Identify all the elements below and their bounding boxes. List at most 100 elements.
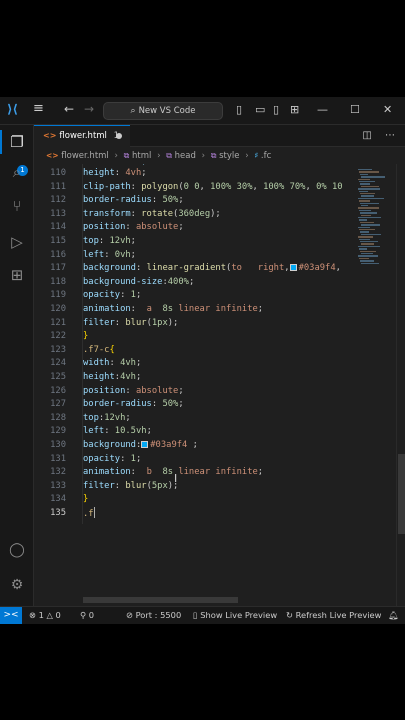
breadcrumb-item-file[interactable]: flower.html [61, 151, 109, 161]
horizontal-scrollbar-thumb[interactable] [83, 597, 238, 603]
html-file-icon: <> [43, 131, 57, 140]
code-line[interactable]: 122} [34, 330, 354, 344]
code-line[interactable]: 120 animation: a 8s linear infinite; [34, 303, 354, 317]
color-swatch[interactable] [141, 441, 149, 448]
line-number: 119 [50, 290, 66, 301]
minimap-line [358, 255, 378, 257]
code-line[interactable]: 126 position: absolute; [34, 385, 354, 399]
more-actions-icon[interactable]: ⋯ [385, 130, 395, 141]
code-text: .f7-c{ [83, 344, 115, 355]
minimap-line [359, 171, 379, 173]
code-line[interactable]: 119 opacity: 1; [34, 289, 354, 303]
code-line[interactable]: 131 opacity: 1; [34, 453, 354, 467]
maximize-icon[interactable]: ☐ [350, 103, 360, 116]
customize-layout-icon[interactable]: ⊞ [290, 103, 299, 116]
code-line[interactable]: 133 filter: blur(5px); [34, 480, 354, 494]
notifications-bell-icon[interactable]: 🔔︎ [388, 607, 399, 624]
code-line[interactable]: 111 clip-path: polygon(0 0, 100% 30%, 100… [34, 181, 354, 195]
toggle-primary-sidebar-icon[interactable]: ▯ [236, 103, 242, 116]
source-control-icon[interactable]: ⑂ [7, 196, 27, 216]
minimap-line [358, 217, 381, 219]
minimap-line [359, 190, 368, 192]
element-icon: ⧉ [210, 151, 217, 160]
code-line[interactable]: 124 width: 4vh; [34, 357, 354, 371]
breadcrumb-item-style[interactable]: style [219, 151, 239, 161]
explorer-icon[interactable]: ❐ [7, 132, 27, 152]
accounts-icon[interactable]: ◯ [8, 541, 26, 559]
line-number: 123 [50, 344, 66, 355]
code-text: opacity: 1; [83, 453, 142, 464]
breadcrumb-item-html[interactable]: html [132, 151, 151, 161]
vscode-logo-icon: ⟩⟨ [7, 102, 18, 116]
title-bar: ⟩⟨ ≡ ← → ⌕ New VS Code ▯ ▭ ▯ ⊞ — ☐ ✕ [0, 97, 405, 125]
line-number: 129 [50, 426, 66, 437]
unsaved-dot-icon[interactable] [116, 133, 122, 139]
run-debug-icon[interactable]: ▷ [7, 232, 27, 252]
nav-forward-icon[interactable]: → [84, 102, 94, 116]
command-center-search[interactable]: ⌕ New VS Code [103, 102, 223, 120]
error-icon: ⊗ [29, 610, 36, 620]
tab-flower-html[interactable]: <>flower.html 1 [34, 125, 130, 147]
line-number: 130 [50, 440, 66, 450]
nav-back-icon[interactable]: ← [64, 102, 74, 116]
chevron-right-icon: › [201, 151, 205, 161]
close-window-icon[interactable]: ✕ [383, 103, 392, 116]
problems-status[interactable]: ⊗ 1 △ 0 [29, 607, 61, 624]
manage-gear-icon[interactable]: ⚙ [8, 576, 26, 594]
code-line[interactable]: 132 animation: b 8s linear infinite; [34, 466, 354, 480]
minimize-icon[interactable]: — [317, 103, 328, 116]
search-view-icon[interactable]: ⌕ [7, 162, 27, 182]
code-line[interactable]: 135 .f [34, 507, 354, 521]
code-line[interactable]: 114 position: absolute; [34, 221, 354, 235]
menu-icon[interactable]: ≡ [33, 101, 44, 116]
code-line[interactable]: 134} [34, 493, 354, 507]
code-line[interactable]: 113 transform: rotate(360deg); [34, 208, 354, 222]
minimap-line [361, 243, 374, 245]
minimap-line [360, 173, 368, 176]
refresh-live-preview-label: Refresh Live Preview [295, 610, 382, 620]
chevron-right-icon: › [157, 151, 161, 161]
code-line[interactable]: 117 background: linear-gradient(to right,… [34, 262, 354, 276]
remote-indicator-icon[interactable]: >< [0, 607, 22, 624]
code-line[interactable]: 127 border-radius: 50%; [34, 398, 354, 412]
code-line[interactable]: 115 top: 12vh; [34, 235, 354, 249]
code-line[interactable]: 121 filter: blur(1px); [34, 317, 354, 331]
html-file-icon: <> [46, 151, 59, 160]
code-line[interactable]: 128 top:12vh; [34, 412, 354, 426]
code-line[interactable]: 112 border-radius: 50%; [34, 194, 354, 208]
split-editor-icon[interactable]: ◫ [362, 130, 371, 141]
minimap-line [361, 185, 379, 188]
code-text: clip-path: polygon(0 0, 100% 30%, 100% 7… [83, 181, 343, 192]
vertical-scrollbar[interactable] [396, 164, 405, 606]
color-swatch[interactable] [289, 264, 297, 272]
ports-status[interactable]: ⚲ 0 [80, 607, 94, 624]
code-line[interactable]: 118 background-size:400%; [34, 276, 354, 290]
code-line[interactable]: 125 height:4vh; [34, 371, 354, 385]
code-line[interactable]: 129 left: 10.5vh; [34, 425, 354, 439]
breadcrumb-item-selector[interactable]: .fc [261, 151, 271, 161]
line-number: 135 [50, 508, 66, 518]
refresh-icon: ↻ [286, 610, 293, 620]
code-line[interactable]: 130 background: #03a9f4 ; [34, 439, 354, 453]
code-line[interactable]: 110 height: 4vh; [34, 167, 354, 181]
vertical-scrollbar-thumb[interactable] [398, 454, 405, 534]
breadcrumb-item-head[interactable]: head [175, 151, 196, 161]
toggle-panel-icon[interactable]: ▭ [255, 103, 265, 116]
toggle-secondary-sidebar-icon[interactable]: ▯ [273, 103, 279, 116]
code-editor[interactable]: width: 10vh; I 110height: 4vh;111clip-pa… [34, 164, 354, 606]
editor-tabs: <>flower.html 1 ◫ ⋯ [34, 125, 405, 147]
minimap-line [360, 212, 377, 214]
code-line[interactable]: 123 .f7-c{ [34, 344, 354, 358]
refresh-live-preview[interactable]: ↻ Refresh Live Preview [286, 607, 381, 624]
code-line[interactable]: 116 left: 0vh; [34, 249, 354, 263]
minimap-line [359, 200, 370, 202]
minimap-line [359, 209, 371, 212]
show-live-preview[interactable]: ▯ Show Live Preview [193, 607, 277, 624]
search-label: New VS Code [138, 106, 196, 116]
live-server-port[interactable]: ⊘ Port : 5500 [126, 607, 181, 624]
preview-icon: ▯ [193, 610, 198, 620]
line-number: 111 [50, 181, 66, 192]
line-number: 133 [50, 480, 66, 491]
minimap[interactable] [356, 164, 396, 606]
extensions-icon[interactable]: ⊞ [7, 265, 27, 285]
